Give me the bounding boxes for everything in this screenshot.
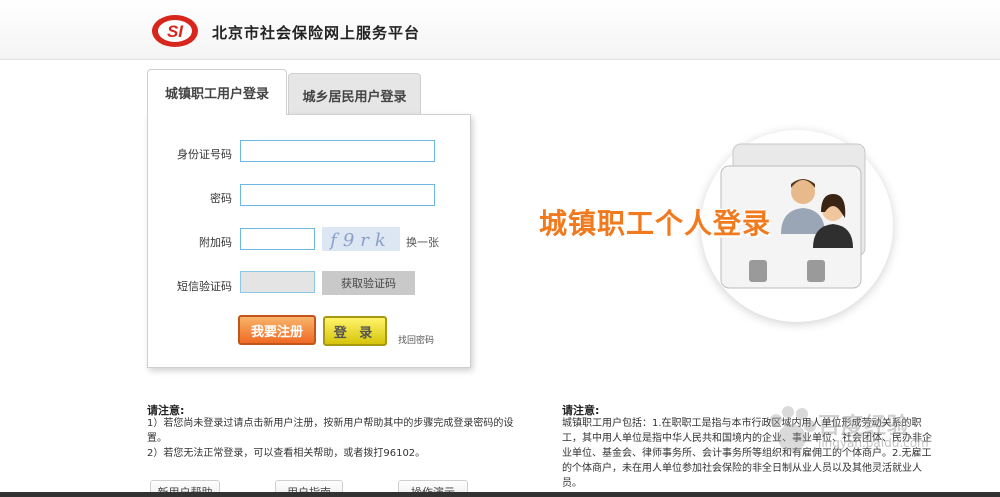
notice-right-line: 员。	[562, 478, 582, 489]
bottom-bar	[0, 492, 1000, 497]
sms-code-label: 短信验证码	[177, 280, 232, 293]
id-number-input[interactable]	[240, 140, 435, 162]
refresh-captcha-link[interactable]: 换一张	[406, 234, 439, 250]
login-button[interactable]: 登 录	[323, 316, 387, 346]
promo-banner: 城镇职工个人登录	[535, 128, 895, 328]
password-input[interactable]	[240, 184, 435, 206]
captcha-input[interactable]	[240, 228, 315, 250]
svg-text:f9rk: f9rk	[328, 230, 392, 251]
notice-left-line: 2）若您无法正常登录，可以查看相关帮助，或者拨打96102。	[147, 448, 426, 459]
forgot-password-link[interactable]: 找回密码	[398, 333, 434, 346]
password-label: 密码	[210, 192, 232, 205]
notice-left-line: 1）若您尚未登录过请点击新用户注册，按新用户帮助其中的步骤完成登录密码的设	[147, 418, 514, 429]
header: SI 北京市社会保险网上服务平台	[0, 0, 1000, 60]
site-title: 北京市社会保险网上服务平台	[212, 24, 421, 42]
promo-text: 城镇职工个人登录	[539, 207, 772, 240]
tab-urban-employee-login[interactable]: 城镇职工用户登录	[147, 69, 287, 115]
captcha-image[interactable]: f9rk	[322, 227, 400, 251]
sms-code-input[interactable]	[240, 271, 315, 293]
social-insurance-logo: SI	[152, 15, 198, 47]
notice-left-line: 置。	[147, 433, 167, 444]
id-number-label: 身份证号码	[177, 148, 232, 161]
svg-text:SI: SI	[167, 22, 184, 41]
watermark-url: jingyan.baidu.com	[818, 436, 929, 450]
register-button[interactable]: 我要注册	[238, 315, 316, 345]
captcha-label: 附加码	[199, 236, 232, 249]
tab-urban-rural-resident-login[interactable]: 城乡居民用户登录	[288, 73, 421, 117]
get-sms-code-button[interactable]: 获取验证码	[322, 271, 415, 295]
